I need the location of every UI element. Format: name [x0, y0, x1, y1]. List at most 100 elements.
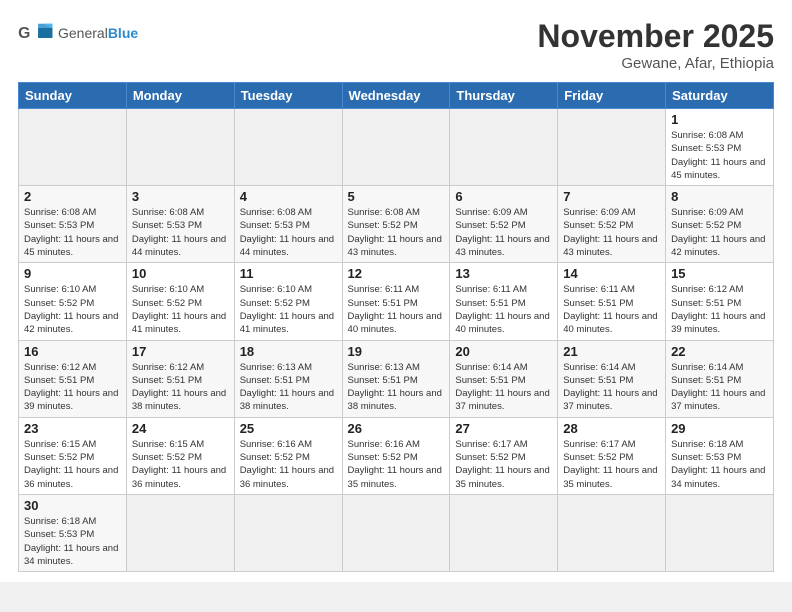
calendar-cell [126, 109, 234, 186]
calendar-cell: 9Sunrise: 6:10 AM Sunset: 5:52 PM Daylig… [19, 263, 127, 340]
day-number: 2 [24, 189, 121, 204]
day-number: 4 [240, 189, 337, 204]
calendar-cell: 28 Sunrise: 6:17 AM Sunset: 5:52 PM Dayli… [558, 417, 666, 494]
calendar-cell [342, 109, 450, 186]
calendar-cell: 23 Sunrise: 6:15 AM Sunset: 5:52 PM Dayli… [19, 417, 127, 494]
day-number: 10 [132, 266, 229, 281]
day-info: Sunrise: 6:13 AM Sunset: 5:51 PM Dayligh… [240, 361, 337, 414]
day-info: Sunrise: 6:11 AM Sunset: 5:51 PM Dayligh… [563, 283, 660, 336]
calendar-cell: 10Sunrise: 6:10 AM Sunset: 5:52 PM Dayli… [126, 263, 234, 340]
day-number: 6 [455, 189, 552, 204]
day-number: 17 [132, 344, 229, 359]
day-number: 16 [24, 344, 121, 359]
page: G GeneralBlue November 2025 Gewane, Afar… [0, 0, 792, 582]
column-header-saturday: Saturday [666, 83, 774, 109]
day-info: Sunrise: 6:10 AM Sunset: 5:52 PM Dayligh… [24, 283, 121, 336]
day-number: 7 [563, 189, 660, 204]
day-info: Sunrise: 6:18 AM Sunset: 5:53 PM Dayligh… [671, 438, 768, 491]
day-info: Sunrise: 6:11 AM Sunset: 5:51 PM Dayligh… [348, 283, 445, 336]
day-info: Sunrise: 6:15 AM Sunset: 5:52 PM Dayligh… [24, 438, 121, 491]
column-header-thursday: Thursday [450, 83, 558, 109]
day-info: Sunrise: 6:17 AM Sunset: 5:52 PM Dayligh… [455, 438, 552, 491]
day-number: 3 [132, 189, 229, 204]
day-number: 1 [671, 112, 768, 127]
day-info: Sunrise: 6:13 AM Sunset: 5:51 PM Dayligh… [348, 361, 445, 414]
calendar-week-row: 23 Sunrise: 6:15 AM Sunset: 5:52 PM Dayli… [19, 417, 774, 494]
day-number: 12 [348, 266, 445, 281]
calendar-cell: 1 Sunrise: 6:08 AM Sunset: 5:53 PM Daylig… [666, 109, 774, 186]
day-info: Sunrise: 6:12 AM Sunset: 5:51 PM Dayligh… [24, 361, 121, 414]
day-number: 29 [671, 421, 768, 436]
day-number: 26 [348, 421, 445, 436]
day-number: 23 [24, 421, 121, 436]
header: G GeneralBlue November 2025 Gewane, Afar… [18, 18, 774, 72]
day-number: 27 [455, 421, 552, 436]
calendar-cell: 30 Sunrise: 6:18 AM Sunset: 5:53 PM Dayli… [19, 494, 127, 571]
calendar-cell: 6Sunrise: 6:09 AM Sunset: 5:52 PM Daylig… [450, 186, 558, 263]
day-info: Sunrise: 6:11 AM Sunset: 5:51 PM Dayligh… [455, 283, 552, 336]
calendar-cell: 27 Sunrise: 6:17 AM Sunset: 5:52 PM Dayli… [450, 417, 558, 494]
day-info: Sunrise: 6:08 AM Sunset: 5:53 PM Dayligh… [24, 206, 121, 259]
calendar-cell [666, 494, 774, 571]
calendar-cell [342, 494, 450, 571]
calendar-cell: 21Sunrise: 6:14 AM Sunset: 5:51 PM Dayli… [558, 340, 666, 417]
day-info: Sunrise: 6:18 AM Sunset: 5:53 PM Dayligh… [24, 515, 121, 568]
calendar-week-row: 1 Sunrise: 6:08 AM Sunset: 5:53 PM Daylig… [19, 109, 774, 186]
calendar-cell [450, 494, 558, 571]
day-info: Sunrise: 6:14 AM Sunset: 5:51 PM Dayligh… [563, 361, 660, 414]
day-number: 15 [671, 266, 768, 281]
calendar-week-row: 2 Sunrise: 6:08 AM Sunset: 5:53 PM Daylig… [19, 186, 774, 263]
calendar-cell: 12 Sunrise: 6:11 AM Sunset: 5:51 PM Dayli… [342, 263, 450, 340]
day-number: 20 [455, 344, 552, 359]
calendar-title: November 2025 [537, 18, 774, 55]
day-info: Sunrise: 6:08 AM Sunset: 5:52 PM Dayligh… [348, 206, 445, 259]
calendar-cell [450, 109, 558, 186]
svg-text:G: G [18, 25, 30, 42]
logo-general: General [58, 25, 108, 41]
calendar-cell: 25Sunrise: 6:16 AM Sunset: 5:52 PM Dayli… [234, 417, 342, 494]
day-info: Sunrise: 6:12 AM Sunset: 5:51 PM Dayligh… [671, 283, 768, 336]
day-number: 24 [132, 421, 229, 436]
day-info: Sunrise: 6:16 AM Sunset: 5:52 PM Dayligh… [240, 438, 337, 491]
calendar-cell: 8 Sunrise: 6:09 AM Sunset: 5:52 PM Daylig… [666, 186, 774, 263]
calendar-header-row: SundayMondayTuesdayWednesdayThursdayFrid… [19, 83, 774, 109]
day-number: 8 [671, 189, 768, 204]
day-info: Sunrise: 6:15 AM Sunset: 5:52 PM Dayligh… [132, 438, 229, 491]
day-number: 13 [455, 266, 552, 281]
calendar-cell: 13 Sunrise: 6:11 AM Sunset: 5:51 PM Dayli… [450, 263, 558, 340]
day-info: Sunrise: 6:08 AM Sunset: 5:53 PM Dayligh… [671, 129, 768, 182]
day-number: 22 [671, 344, 768, 359]
calendar-cell: 2 Sunrise: 6:08 AM Sunset: 5:53 PM Daylig… [19, 186, 127, 263]
day-number: 28 [563, 421, 660, 436]
logo-icon: G [18, 18, 54, 48]
logo-blue: Blue [108, 25, 138, 41]
day-number: 30 [24, 498, 121, 513]
day-info: Sunrise: 6:14 AM Sunset: 5:51 PM Dayligh… [671, 361, 768, 414]
title-block: November 2025 Gewane, Afar, Ethiopia [537, 18, 774, 72]
day-info: Sunrise: 6:08 AM Sunset: 5:53 PM Dayligh… [240, 206, 337, 259]
calendar-cell: 20 Sunrise: 6:14 AM Sunset: 5:51 PM Dayli… [450, 340, 558, 417]
calendar-week-row: 9Sunrise: 6:10 AM Sunset: 5:52 PM Daylig… [19, 263, 774, 340]
day-info: Sunrise: 6:08 AM Sunset: 5:53 PM Dayligh… [132, 206, 229, 259]
calendar-cell [126, 494, 234, 571]
calendar-cell: 7 Sunrise: 6:09 AM Sunset: 5:52 PM Daylig… [558, 186, 666, 263]
calendar-cell [558, 494, 666, 571]
calendar-week-row: 30 Sunrise: 6:18 AM Sunset: 5:53 PM Dayli… [19, 494, 774, 571]
day-info: Sunrise: 6:09 AM Sunset: 5:52 PM Dayligh… [671, 206, 768, 259]
logo: G GeneralBlue [18, 18, 138, 48]
calendar-cell [558, 109, 666, 186]
column-header-monday: Monday [126, 83, 234, 109]
day-info: Sunrise: 6:17 AM Sunset: 5:52 PM Dayligh… [563, 438, 660, 491]
day-info: Sunrise: 6:14 AM Sunset: 5:51 PM Dayligh… [455, 361, 552, 414]
calendar-cell: 15 Sunrise: 6:12 AM Sunset: 5:51 PM Dayli… [666, 263, 774, 340]
calendar-cell: 3 Sunrise: 6:08 AM Sunset: 5:53 PM Daylig… [126, 186, 234, 263]
column-header-wednesday: Wednesday [342, 83, 450, 109]
day-info: Sunrise: 6:09 AM Sunset: 5:52 PM Dayligh… [563, 206, 660, 259]
calendar-week-row: 16 Sunrise: 6:12 AM Sunset: 5:51 PM Dayli… [19, 340, 774, 417]
calendar-cell: 17 Sunrise: 6:12 AM Sunset: 5:51 PM Dayli… [126, 340, 234, 417]
day-number: 5 [348, 189, 445, 204]
column-header-friday: Friday [558, 83, 666, 109]
calendar-cell: 11Sunrise: 6:10 AM Sunset: 5:52 PM Dayli… [234, 263, 342, 340]
calendar-subtitle: Gewane, Afar, Ethiopia [537, 55, 774, 72]
day-info: Sunrise: 6:12 AM Sunset: 5:51 PM Dayligh… [132, 361, 229, 414]
